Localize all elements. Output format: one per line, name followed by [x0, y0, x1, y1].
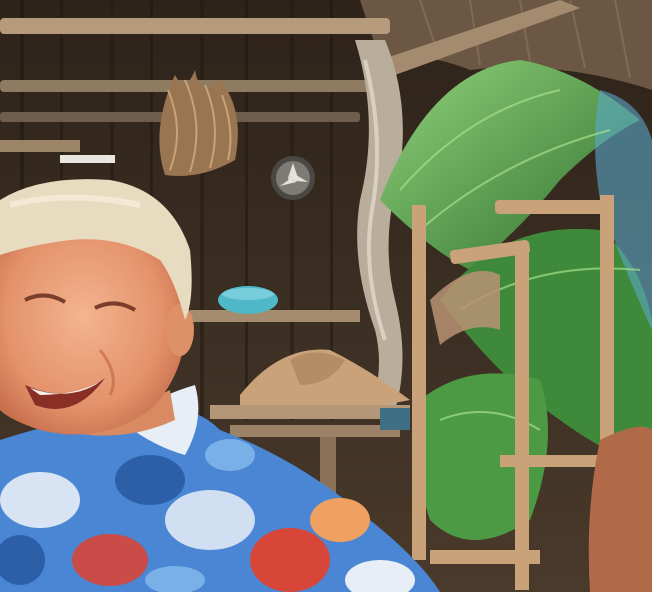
photo-scene	[0, 0, 652, 592]
blue-box	[380, 408, 410, 430]
middle-shelf	[190, 310, 360, 322]
roof-beam-top	[0, 18, 390, 34]
left-shelf	[0, 140, 80, 152]
bench-top	[230, 425, 400, 437]
scene-illustration	[0, 0, 652, 592]
fan	[271, 156, 315, 200]
right-person-partial	[588, 426, 652, 592]
shelf-item	[60, 155, 115, 163]
ear	[166, 304, 194, 356]
